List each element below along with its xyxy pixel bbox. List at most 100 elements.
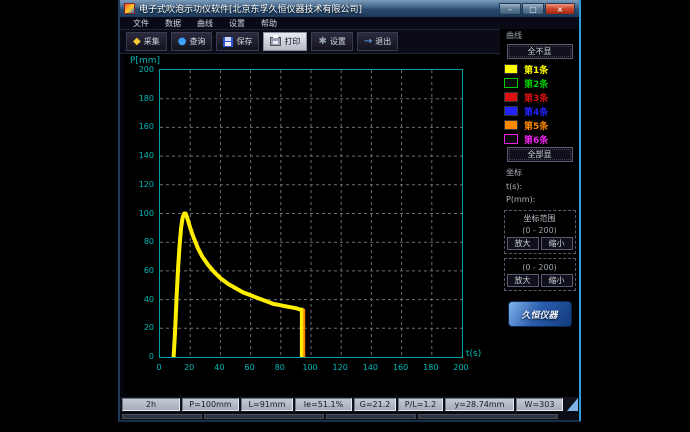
y-zoom-in-button[interactable]: 放大 [507, 274, 539, 287]
settings-button[interactable]: ✱ 设置 [311, 32, 352, 51]
collect-button-label: 采集 [144, 36, 160, 47]
x-range-value: (0 - 200) [507, 224, 573, 237]
legend-row-curve3[interactable]: 第3条 [500, 90, 579, 104]
curve6-swatch[interactable] [504, 134, 518, 144]
show-all-button[interactable]: 全部显 [507, 147, 573, 162]
status-sample: 2h [122, 398, 180, 411]
status2-seg [122, 414, 202, 419]
menu-item-data[interactable]: 数据 [158, 18, 188, 29]
y-tick-label: 60 [132, 266, 154, 275]
maximize-button[interactable]: ▢ [522, 3, 544, 15]
collect-icon: ◆ [133, 37, 141, 47]
status2-seg [418, 414, 558, 419]
time-readout: t(s): [500, 180, 579, 193]
x-tick-label: 140 [360, 363, 380, 372]
curve4-label: 第4条 [524, 105, 548, 118]
search-button-label: 查询 [189, 36, 205, 47]
legend-row-curve2[interactable]: 第2条 [500, 76, 579, 90]
pressure-readout: P(mm): [500, 193, 579, 206]
x-tick-label: 200 [451, 363, 471, 372]
search-button[interactable]: ● 查询 [171, 32, 213, 51]
curve5-swatch[interactable] [504, 120, 518, 130]
curve1-swatch[interactable] [504, 64, 518, 74]
status-ie-value: Ie=51.1% [295, 398, 352, 411]
curve3-label: 第3条 [524, 91, 548, 104]
status2-seg [326, 414, 416, 419]
gear-icon: ✱ [318, 37, 326, 47]
exit-button-label: 退出 [375, 36, 391, 47]
curve2-label: 第2条 [524, 77, 548, 90]
x-tick-label: 180 [421, 363, 441, 372]
print-button[interactable]: 打印 [263, 32, 307, 51]
menu-item-file[interactable]: 文件 [126, 18, 156, 29]
save-icon [223, 37, 233, 47]
menu-item-settings[interactable]: 设置 [222, 18, 252, 29]
plot-frame [159, 69, 463, 358]
collect-button[interactable]: ◆ 采集 [126, 32, 167, 51]
settings-button-label: 设置 [330, 36, 346, 47]
curves-label: 曲线 [500, 29, 579, 43]
y-tick-label: 0 [132, 352, 154, 361]
legend-row-curve4[interactable]: 第4条 [500, 104, 579, 118]
y-tick-label: 120 [132, 180, 154, 189]
save-button-label: 保存 [236, 36, 252, 47]
resize-grip[interactable] [567, 398, 578, 411]
window-title: 电子式吹泡示功仪软件[北京东孚久恒仪器技术有限公司] [139, 2, 495, 15]
save-button[interactable]: 保存 [216, 32, 259, 51]
y-tick-label: 100 [132, 209, 154, 218]
app-icon [124, 3, 135, 14]
hide-all-button[interactable]: 全不显 [507, 44, 573, 59]
status-p-value: P=100mm [182, 398, 239, 411]
coord-label: 坐标 [500, 165, 579, 180]
x-tick-label: 40 [209, 363, 229, 372]
curve-control-panel: 曲线 全不显 第1条 第2条 第3条 第4条 第5条 [500, 29, 579, 397]
menu-item-curve[interactable]: 曲线 [190, 18, 220, 29]
x-tick-label: 120 [330, 363, 350, 372]
x-zoom-out-button[interactable]: 缩小 [541, 237, 573, 250]
legend-row-curve6[interactable]: 第6条 [500, 132, 579, 146]
exit-icon: → [364, 37, 372, 47]
desktop: 电子式吹泡示功仪软件[北京东孚久恒仪器技术有限公司] – ▢ × 文件 数据 曲… [0, 0, 690, 432]
status-y-value: y=28.74mm [445, 398, 514, 411]
x-range-title: 坐标范围 [507, 213, 573, 224]
minimize-button[interactable]: – [499, 3, 521, 15]
curve2-swatch[interactable] [504, 78, 518, 88]
close-button[interactable]: × [545, 3, 575, 15]
x-tick-label: 100 [300, 363, 320, 372]
exit-button[interactable]: → 退出 [357, 32, 398, 51]
y-tick-label: 200 [132, 65, 154, 74]
pressure-time-plot [160, 70, 462, 357]
curve3-swatch[interactable] [504, 92, 518, 102]
x-tick-label: 80 [270, 363, 290, 372]
print-button-label: 打印 [284, 36, 300, 47]
y-range-group: (0 - 200) 放大 缩小 [504, 258, 576, 291]
curve4-swatch[interactable] [504, 106, 518, 116]
y-range-value: (0 - 200) [507, 261, 573, 274]
status-g-value: G=21.2 [354, 398, 396, 411]
y-tick-label: 140 [132, 151, 154, 160]
x-range-group: 坐标范围 (0 - 200) 放大 缩小 [504, 210, 576, 254]
x-zoom-in-button[interactable]: 放大 [507, 237, 539, 250]
company-logo: 久恒仪器 [508, 301, 572, 327]
printer-icon [270, 37, 281, 46]
legend-row-curve5[interactable]: 第5条 [500, 118, 579, 132]
x-tick-label: 60 [240, 363, 260, 372]
y-tick-label: 80 [132, 237, 154, 246]
y-tick-label: 20 [132, 323, 154, 332]
menu-item-help[interactable]: 帮助 [254, 18, 284, 29]
statusbar: 2h P=100mm L=91mm Ie=51.1% G=21.2 P/L=1.… [120, 397, 579, 412]
x-tick-label: 0 [149, 363, 169, 372]
y-zoom-out-button[interactable]: 缩小 [541, 274, 573, 287]
curve6-label: 第6条 [524, 133, 548, 146]
titlebar[interactable]: 电子式吹泡示功仪软件[北京东孚久恒仪器技术有限公司] – ▢ × [120, 0, 579, 17]
status-pl-ratio: P/L=1.2 [398, 398, 443, 411]
x-tick-label: 20 [179, 363, 199, 372]
status-w-value: W=303 [516, 398, 563, 411]
chart-area: P[mm] t(s) 020406080100120140160180200 0… [124, 54, 500, 396]
x-axis-label: t(s) [466, 349, 481, 359]
y-tick-label: 180 [132, 94, 154, 103]
legend-row-curve1[interactable]: 第1条 [500, 62, 579, 76]
curve5-label: 第5条 [524, 119, 548, 132]
y-tick-label: 160 [132, 122, 154, 131]
status2-seg [204, 414, 324, 419]
